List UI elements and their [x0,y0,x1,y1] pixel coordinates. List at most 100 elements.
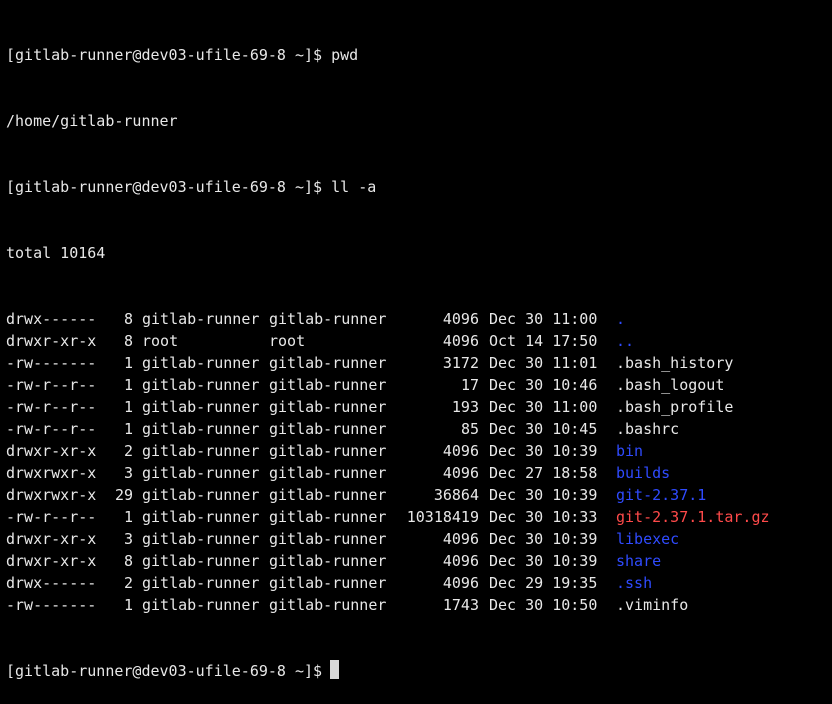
link-count: 29 [114,486,133,504]
link-count: 2 [123,442,133,460]
file-permissions: drwxrwxr-x [6,464,97,482]
file-owner: gitlab-runner [142,530,260,548]
file-permissions: -rw------- [6,596,97,614]
file-owner: gitlab-runner [142,486,260,504]
file-name: .. [616,332,635,350]
file-date: Dec 30 10:39 [489,552,598,570]
file-date: Dec 30 10:39 [489,442,598,460]
file-owner: gitlab-runner [142,376,260,394]
link-count: 8 [123,552,133,570]
listing-row: drwxr-xr-x 8 gitlab-runner gitlab-runner 409… [6,550,832,572]
file-owner: gitlab-runner [142,552,260,570]
text-cursor[interactable] [330,660,340,679]
file-group: gitlab-runner [269,596,387,614]
file-date: Dec 29 19:35 [489,574,598,592]
file-date: Oct 14 17:50 [489,332,598,350]
file-name: git-2.37.1.tar.gz [616,508,770,526]
file-owner: gitlab-runner [142,508,260,526]
listing-row: -rw-r--r-- 1 gitlab-runner gitlab-runner 85 D… [6,418,832,440]
file-size: 4096 [442,552,479,570]
file-group: gitlab-runner [269,508,387,526]
link-count: 1 [123,354,133,372]
file-date: Dec 30 10:45 [489,420,598,438]
file-size: 4096 [442,530,479,548]
file-group: gitlab-runner [269,552,387,570]
file-permissions: -rw-r--r-- [6,398,97,416]
file-owner: root [142,332,179,350]
file-name: .bash_logout [616,376,725,394]
prompt-line-3: [gitlab-runner@dev03-ufile-69-8 ~]$ [6,660,832,682]
file-name: . [616,310,626,328]
prompt-line-1: [gitlab-runner@dev03-ufile-69-8 ~]$ pwd [6,44,832,66]
file-date: Dec 30 10:39 [489,530,598,548]
listing-total: total 10164 [6,244,106,262]
file-permissions: drwx------ [6,574,97,592]
file-permissions: drwxr-xr-x [6,442,97,460]
file-group: gitlab-runner [269,464,387,482]
file-owner: gitlab-runner [142,354,260,372]
file-permissions: drwxrwxr-x [6,486,97,504]
file-permissions: -rw-r--r-- [6,508,97,526]
file-permissions: drwxr-xr-x [6,552,97,570]
file-group: gitlab-runner [269,442,387,460]
file-group: gitlab-runner [269,574,387,592]
listing-row: -rw-r--r-- 1 gitlab-runner gitlab-runner 103… [6,506,832,528]
listing-row: drwx------ 8 gitlab-runner gitlab-runner 409… [6,308,832,330]
file-size: 10318419 [406,508,479,526]
listing-row: drwxr-xr-x 3 gitlab-runner gitlab-runner 409… [6,528,832,550]
file-permissions: drwxr-xr-x [6,530,97,548]
file-date: Dec 30 10:50 [489,596,598,614]
file-name: share [616,552,662,570]
link-count: 3 [123,530,133,548]
file-size: 1743 [442,596,479,614]
file-owner: gitlab-runner [142,464,260,482]
file-group: root [269,332,306,350]
link-count: 8 [123,310,133,328]
file-group: gitlab-runner [269,398,387,416]
file-name: .viminfo [616,596,689,614]
link-count: 1 [123,508,133,526]
file-name: builds [616,464,671,482]
file-size: 4096 [442,332,479,350]
file-date: Dec 30 10:46 [489,376,598,394]
link-count: 1 [123,420,133,438]
file-size: 193 [451,398,479,416]
listing-row: drwx------ 2 gitlab-runner gitlab-runner 409… [6,572,832,594]
file-owner: gitlab-runner [142,420,260,438]
file-group: gitlab-runner [269,486,387,504]
file-size: 85 [460,420,479,438]
file-size: 4096 [442,442,479,460]
shell-prompt: [gitlab-runner@dev03-ufile-69-8 ~]$ [6,46,323,64]
file-date: Dec 27 18:58 [489,464,598,482]
file-size: 4096 [442,310,479,328]
file-owner: gitlab-runner [142,574,260,592]
terminal-window[interactable]: [gitlab-runner@dev03-ufile-69-8 ~]$ pwd … [0,0,832,680]
file-group: gitlab-runner [269,420,387,438]
file-owner: gitlab-runner [142,398,260,416]
link-count: 1 [123,398,133,416]
file-name: bin [616,442,644,460]
link-count: 1 [123,596,133,614]
command-ll: ll -a [331,178,377,196]
listing-row: drwxrwxr-x 3 gitlab-runner gitlab-runner 409… [6,462,832,484]
file-permissions: drwxr-xr-x [6,332,97,350]
file-owner: gitlab-runner [142,596,260,614]
file-group: gitlab-runner [269,354,387,372]
link-count: 2 [123,574,133,592]
listing-row: drwxrwxr-x 29 gitlab-runner gitlab-runner 36… [6,484,832,506]
directory-listing: drwx------ 8 gitlab-runner gitlab-runner 409… [6,308,832,616]
shell-prompt: [gitlab-runner@dev03-ufile-69-8 ~]$ [6,178,323,196]
file-name: .ssh [616,574,653,592]
file-permissions: -rw------- [6,354,97,372]
file-permissions: drwx------ [6,310,97,328]
file-size: 4096 [442,574,479,592]
file-group: gitlab-runner [269,310,387,328]
file-date: Dec 30 11:01 [489,354,598,372]
file-name: .bash_profile [616,398,734,416]
file-name: .bashrc [616,420,680,438]
file-permissions: -rw-r--r-- [6,420,97,438]
file-date: Dec 30 10:39 [489,486,598,504]
file-size: 4096 [442,464,479,482]
file-owner: gitlab-runner [142,442,260,460]
file-owner: gitlab-runner [142,310,260,328]
